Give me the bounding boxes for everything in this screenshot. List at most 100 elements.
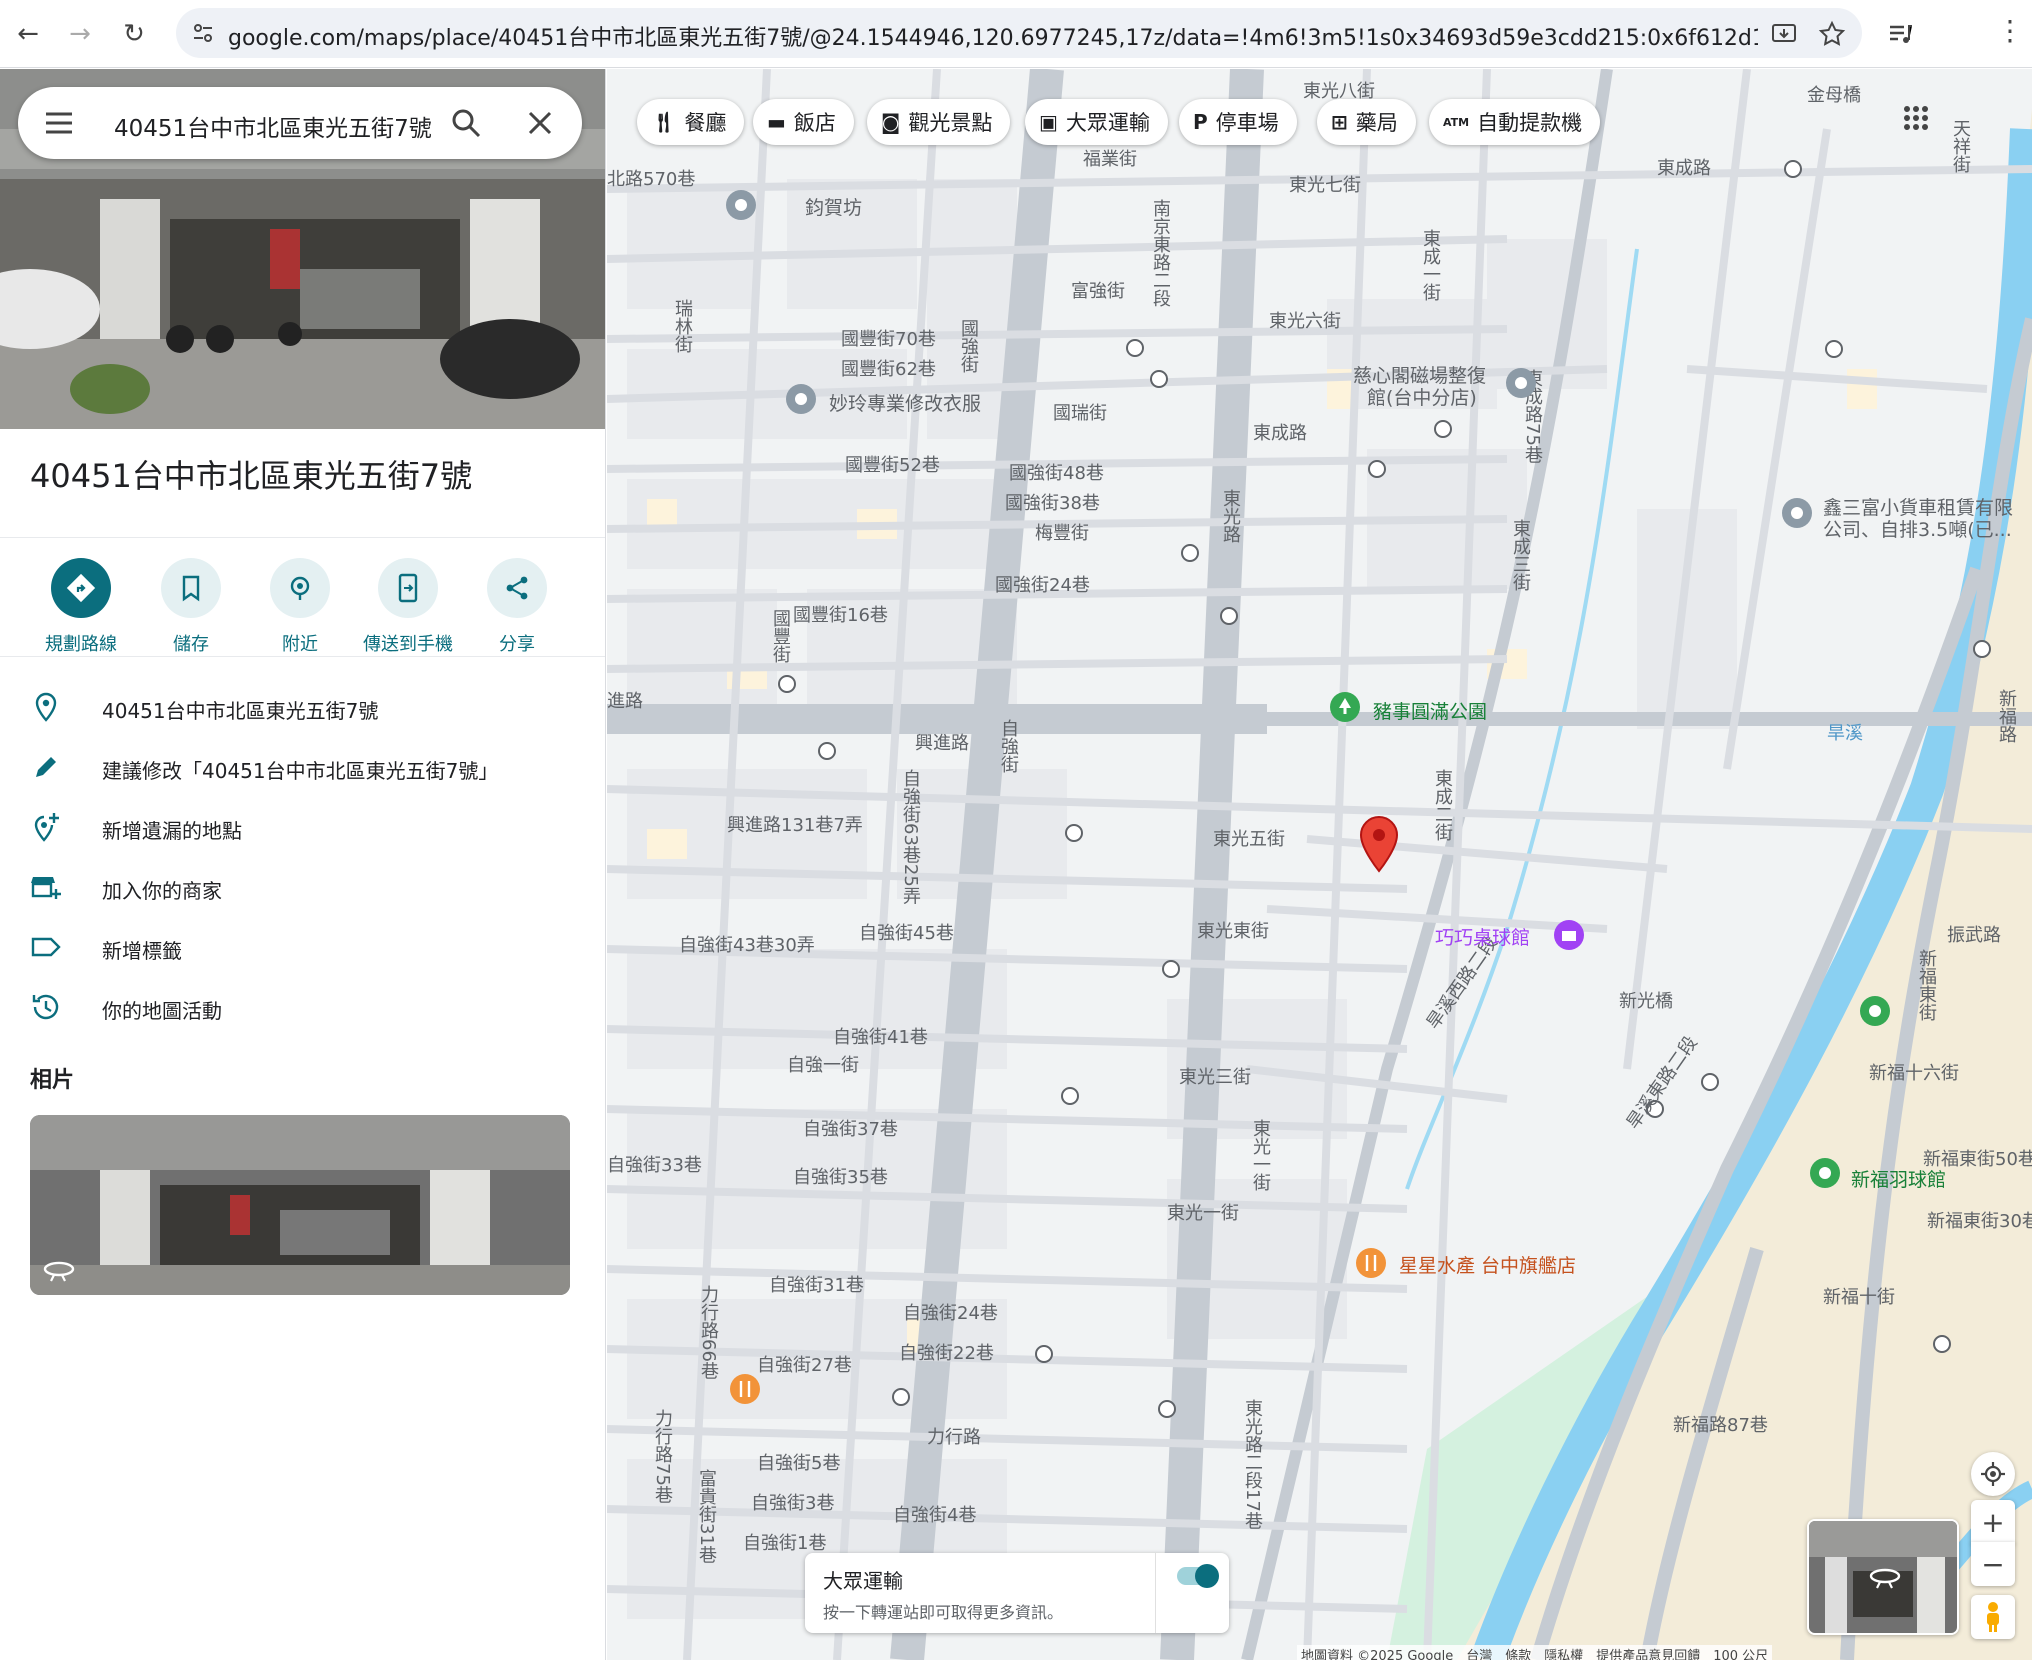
street-label: 東光八街 bbox=[1303, 81, 1375, 102]
add-missing-place-text: 新增遺漏的地點 bbox=[102, 819, 242, 843]
attraction-marker-icon[interactable] bbox=[1551, 917, 1587, 957]
parking-icon: P bbox=[1193, 110, 1208, 134]
street-view-preview[interactable] bbox=[1807, 1519, 1959, 1635]
browser-menu-icon[interactable]: ⋮ bbox=[1996, 14, 2024, 47]
address-bar[interactable]: google.com/maps/place/40451台中市北區東光五街7號/@… bbox=[176, 8, 1862, 58]
street-label: 國豐街 bbox=[770, 609, 791, 663]
sports-marker-icon[interactable] bbox=[1807, 1155, 1843, 1195]
chip-restaurants[interactable]: 🍴︎ 餐廳 bbox=[637, 99, 745, 145]
poi-marker-icon[interactable] bbox=[783, 381, 819, 421]
zoom-in-button[interactable]: + bbox=[1971, 1500, 2015, 1544]
search-icon[interactable] bbox=[450, 107, 482, 139]
poi-label[interactable]: 新福羽球館 bbox=[1851, 1165, 1946, 1192]
history-icon bbox=[32, 994, 59, 1020]
restaurant-marker-icon[interactable] bbox=[1353, 1245, 1389, 1285]
chip-label: 大眾運輸 bbox=[1065, 111, 1150, 135]
street-label: 國豐街62巷 bbox=[841, 359, 936, 380]
street-label: 東成路 bbox=[1253, 423, 1307, 444]
transit-card-title: 大眾運輸 bbox=[823, 1569, 903, 1593]
address-text: 40451台中市北區東光五街7號 bbox=[102, 699, 379, 723]
action-label: 分享 bbox=[499, 634, 535, 655]
chip-parking[interactable]: P 停車場 bbox=[1179, 99, 1297, 145]
street-label: 自強一街 bbox=[787, 1055, 859, 1076]
street-label: 北路570巷 bbox=[607, 169, 696, 190]
add-business-row[interactable]: 加入你的商家 bbox=[0, 857, 605, 917]
map-activity-row[interactable]: 你的地圖活動 bbox=[0, 977, 605, 1037]
map-canvas[interactable]: 🍴︎ 餐廳 ▬ 飯店 ◙ 觀光景點 ▣ 大眾運輸 P 停車場 ⊞ 藥局 ATM 自動提款機 金… bbox=[607, 69, 2032, 1660]
street-label: 東成二街 bbox=[1432, 769, 1453, 841]
zoom-out-button[interactable]: − bbox=[1971, 1542, 2015, 1586]
park-marker-icon[interactable] bbox=[1327, 689, 1363, 729]
street-view-thumbnail bbox=[30, 1115, 570, 1295]
back-icon[interactable]: ← bbox=[8, 14, 48, 54]
pegman-button[interactable] bbox=[1971, 1595, 2015, 1639]
chip-hotels[interactable]: ▬ 飯店 bbox=[753, 99, 854, 145]
transit-layer-card: 大眾運輸 按一下轉運站即可取得更多資訊。 bbox=[805, 1553, 1229, 1633]
chip-attractions[interactable]: ◙ 觀光景點 bbox=[867, 99, 1011, 145]
apps-grid-icon[interactable] bbox=[1903, 105, 1929, 131]
forward-icon[interactable]: → bbox=[60, 14, 100, 54]
bookmark-star-icon[interactable] bbox=[1818, 20, 1846, 48]
share-button[interactable]: 分享 bbox=[462, 558, 572, 656]
fork-knife-icon: 🍴︎ bbox=[651, 110, 677, 134]
street-label: 國豐街70巷 bbox=[841, 329, 936, 350]
street-label: 新福路 bbox=[1996, 689, 2017, 743]
street-label: 自強街43巷30弄 bbox=[679, 935, 815, 956]
poi-label[interactable]: 館(台中分店) bbox=[1367, 383, 1477, 410]
media-controls-icon[interactable] bbox=[1886, 20, 1914, 48]
poi-marker-icon[interactable] bbox=[1503, 365, 1539, 405]
chip-label: 餐廳 bbox=[684, 111, 727, 135]
search-box[interactable]: 40451台中市北區東光五街7號 bbox=[18, 87, 582, 159]
street-label: 新福東街30巷 bbox=[1927, 1211, 2032, 1232]
send-to-phone-button[interactable]: 傳送到手機 bbox=[353, 558, 463, 656]
poi-label[interactable]: 豬事圓滿公園 bbox=[1373, 697, 1487, 724]
street-label: 東光路二段17巷 bbox=[1242, 1399, 1263, 1530]
action-label: 傳送到手機 bbox=[363, 634, 453, 655]
street-label: 新福十街 bbox=[1823, 1287, 1895, 1308]
street-label: 興進路131巷7弄 bbox=[727, 815, 863, 836]
street-label: 力行路75巷 bbox=[652, 1409, 673, 1504]
street-label: 自強街3巷 bbox=[751, 1493, 835, 1514]
save-button[interactable]: 儲存 bbox=[136, 558, 246, 656]
poi-label[interactable]: 公司、自排3.5噸(已... bbox=[1823, 515, 2012, 542]
action-bar: 規劃路線 儲存 附近 傳送到手機 分享 bbox=[0, 537, 605, 657]
camera-icon: ◙ bbox=[881, 110, 901, 134]
photo-card[interactable] bbox=[30, 1115, 570, 1295]
sports-marker-icon[interactable] bbox=[1857, 993, 1893, 1033]
chip-pharmacy[interactable]: ⊞ 藥局 bbox=[1317, 99, 1416, 145]
reload-icon[interactable]: ↻ bbox=[114, 14, 154, 54]
transit-toggle[interactable] bbox=[1177, 1564, 1219, 1588]
poi-label[interactable]: 妙玲專業修改衣服 bbox=[829, 389, 981, 416]
poi-label[interactable]: 星星水產 台中旗艦店 bbox=[1399, 1251, 1576, 1278]
poi-marker-icon[interactable] bbox=[723, 187, 759, 227]
chip-transit[interactable]: ▣ 大眾運輸 bbox=[1025, 99, 1168, 145]
address-row[interactable]: 40451台中市北區東光五街7號 bbox=[0, 677, 605, 737]
site-info-icon[interactable] bbox=[190, 20, 216, 46]
suggest-edit-row[interactable]: 建議修改「40451台中市北區東光五街7號」 bbox=[0, 737, 605, 797]
close-icon[interactable] bbox=[526, 109, 554, 137]
poi-label[interactable]: 鈞賀坊 bbox=[805, 193, 862, 220]
share-icon bbox=[506, 576, 528, 600]
street-label: 國強街38巷 bbox=[1005, 493, 1100, 514]
add-label-text: 新增標籤 bbox=[102, 939, 182, 963]
add-missing-place-row[interactable]: 新增遺漏的地點 bbox=[0, 797, 605, 857]
selected-place-pin-icon[interactable] bbox=[1357, 815, 1401, 875]
menu-icon[interactable] bbox=[44, 109, 74, 137]
street-view-360-icon bbox=[1869, 1568, 1901, 1589]
restaurant-marker-icon[interactable] bbox=[727, 1371, 763, 1411]
add-location-icon bbox=[34, 813, 59, 842]
street-view-360-icon bbox=[43, 1261, 75, 1282]
nearby-button[interactable]: 附近 bbox=[245, 558, 355, 656]
pencil-icon bbox=[36, 757, 56, 777]
chip-atm[interactable]: ATM 自動提款機 bbox=[1429, 99, 1601, 145]
street-label: 東光東街 bbox=[1197, 921, 1269, 942]
poi-marker-icon[interactable] bbox=[1779, 495, 1815, 535]
add-label-row[interactable]: 新增標籤 bbox=[0, 917, 605, 977]
street-label: 振武路 bbox=[1947, 925, 2001, 946]
install-app-icon[interactable] bbox=[1770, 20, 1798, 48]
poi-label[interactable]: 巧巧桌球館 bbox=[1435, 923, 1530, 950]
search-input[interactable]: 40451台中市北區東光五街7號 bbox=[114, 109, 432, 143]
place-hero-photo[interactable]: 40451台中市北區東光五街7號 bbox=[0, 69, 605, 429]
my-location-button[interactable] bbox=[1971, 1452, 2015, 1496]
directions-button[interactable]: 規劃路線 bbox=[26, 558, 136, 656]
